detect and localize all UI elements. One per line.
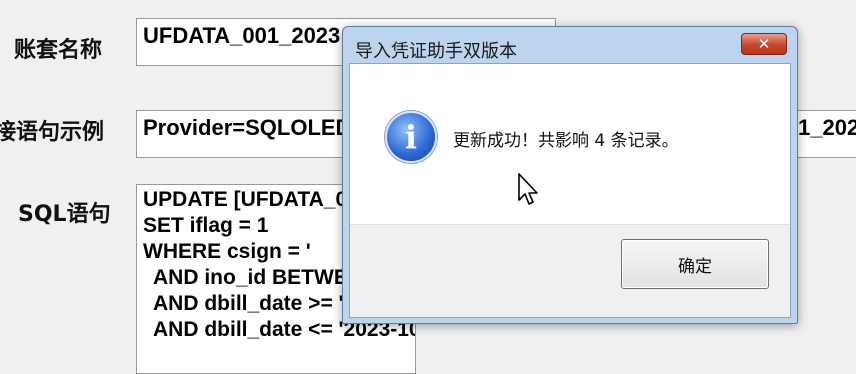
connection-label: 接语句示例 bbox=[0, 120, 105, 145]
mouse-cursor-icon bbox=[518, 173, 538, 205]
connection-value-tail: 1_2023 bbox=[798, 115, 856, 141]
dialog-title: 导入凭证助手双版本 bbox=[355, 41, 517, 62]
info-icon: i bbox=[385, 111, 437, 163]
message-dialog: 导入凭证助手双版本 ✕ i 更新成功！共影响 4 条记录。 确定 bbox=[342, 26, 798, 324]
ok-button-label: 确定 bbox=[678, 256, 712, 277]
close-button[interactable]: ✕ bbox=[741, 33, 787, 55]
ok-button[interactable]: 确定 bbox=[621, 239, 769, 289]
account-label: 账套名称 bbox=[14, 38, 103, 63]
close-icon: ✕ bbox=[757, 35, 771, 53]
sql-label: SQL语句 bbox=[18, 202, 111, 227]
dialog-message: 更新成功！共影响 4 条记录。 bbox=[453, 131, 679, 151]
